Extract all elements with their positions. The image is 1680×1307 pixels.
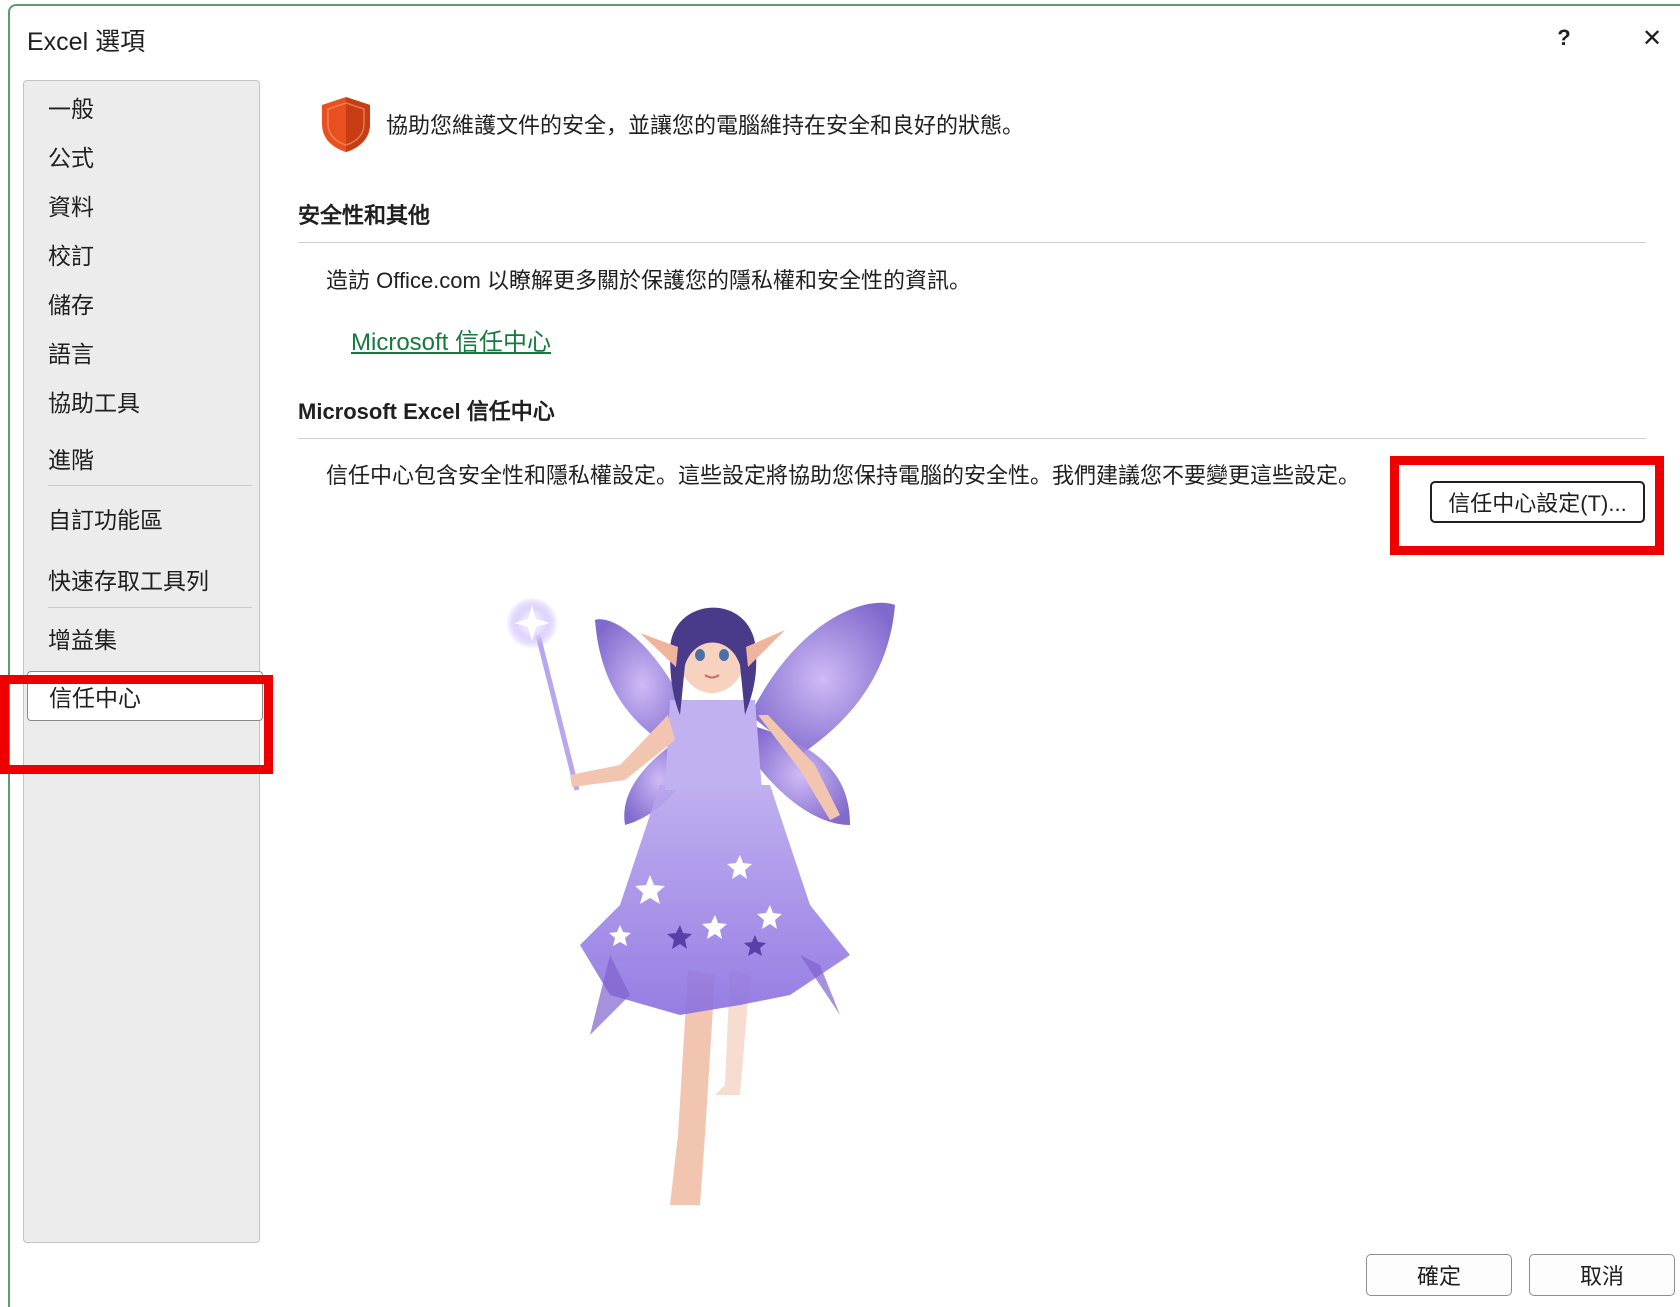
sidebar-item-customize-ribbon[interactable]: 自訂功能區 xyxy=(24,496,261,540)
ok-button[interactable]: 確定 xyxy=(1366,1254,1512,1296)
cancel-button[interactable]: 取消 xyxy=(1529,1254,1675,1296)
trust-center-settings-button[interactable]: 信任中心設定(T)... xyxy=(1430,481,1645,523)
microsoft-trust-center-link[interactable]: Microsoft 信任中心 xyxy=(351,322,551,357)
section-divider xyxy=(298,242,1646,243)
close-button[interactable]: ✕ xyxy=(1630,18,1674,58)
section-title-excel-trust-center: Microsoft Excel 信任中心 xyxy=(298,399,555,424)
options-sidebar: 一般 公式 資料 校訂 儲存 語言 協助工具 進階 自訂功能區 快速存取工具列 … xyxy=(23,80,263,1243)
sidebar-item-add-ins[interactable]: 增益集 xyxy=(24,616,261,660)
sidebar-item-advanced[interactable]: 進階 xyxy=(24,436,261,480)
dialog-title: Excel 選項 xyxy=(27,28,146,56)
sidebar-item-save[interactable]: 儲存 xyxy=(24,281,261,325)
security-description: 造訪 Office.com 以瞭解更多關於保護您的隱私權和安全性的資訊。 xyxy=(326,268,971,293)
sidebar-item-general[interactable]: 一般 xyxy=(24,85,261,129)
sidebar-item-trust-center[interactable]: 信任中心 xyxy=(27,671,263,721)
title-bar: Excel 選項 ? ✕ xyxy=(10,6,1680,68)
intro-text: 協助您維護文件的安全，並讓您的電腦維持在安全和良好的狀態。 xyxy=(386,113,1025,138)
shield-icon xyxy=(322,97,370,152)
sidebar-divider xyxy=(48,485,252,486)
sidebar-divider xyxy=(48,607,252,608)
fairy-illustration xyxy=(506,597,895,1205)
help-button[interactable]: ? xyxy=(1542,18,1586,58)
section-title-security: 安全性和其他 xyxy=(298,203,431,228)
intro-row: 協助您維護文件的安全，並讓您的電腦維持在安全和良好的狀態。 xyxy=(318,94,1024,154)
sidebar-item-quick-access-toolbar[interactable]: 快速存取工具列 xyxy=(24,557,261,601)
trust-center-description: 信任中心包含安全性和隱私權設定。這些設定將協助您保持電腦的安全性。我們建議您不要… xyxy=(326,463,1361,488)
sidebar-item-accessibility[interactable]: 協助工具 xyxy=(24,379,261,423)
section-divider xyxy=(298,438,1646,439)
sidebar-item-data[interactable]: 資料 xyxy=(24,183,261,227)
sidebar-item-language[interactable]: 語言 xyxy=(24,330,261,374)
sidebar-item-formulas[interactable]: 公式 xyxy=(24,134,261,178)
sidebar-item-proofing[interactable]: 校訂 xyxy=(24,232,261,276)
